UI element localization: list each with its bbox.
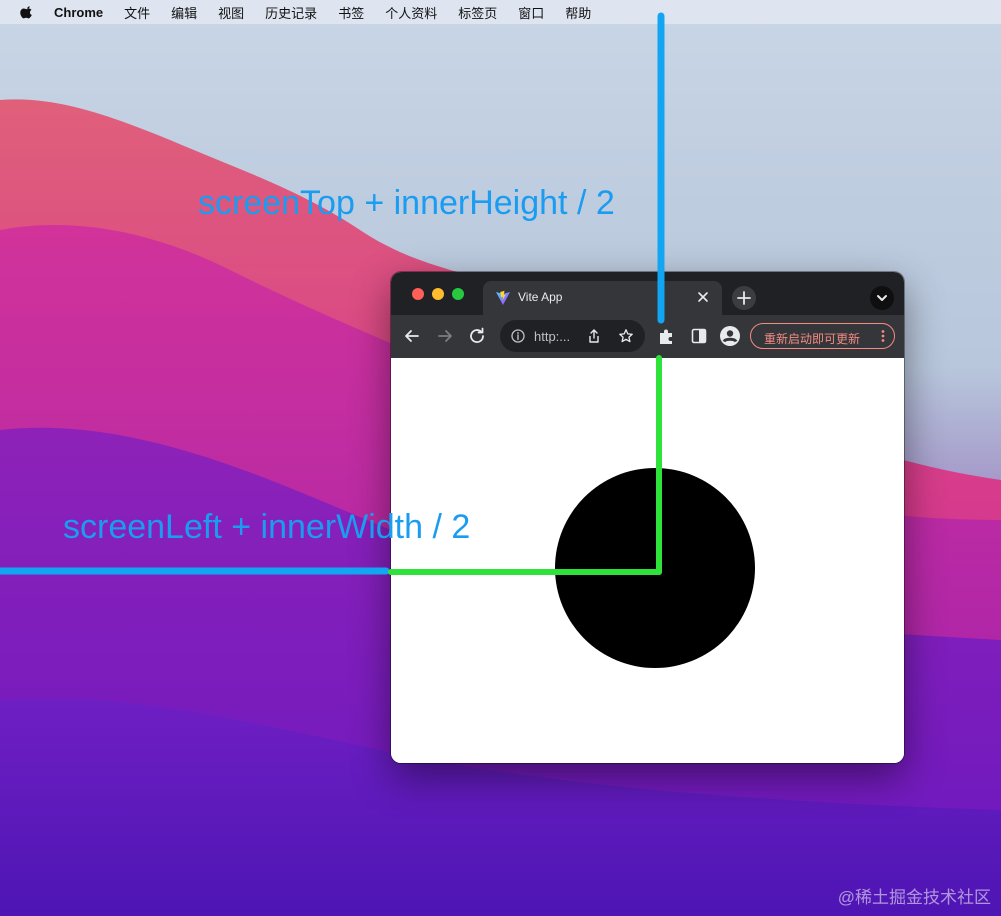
- menu-item-tabs[interactable]: 标签页: [458, 3, 497, 22]
- back-arrow-icon[interactable]: [401, 325, 423, 347]
- close-tab-icon[interactable]: [694, 288, 712, 306]
- plus-icon: [737, 291, 751, 305]
- minimize-window-button[interactable]: [432, 288, 444, 300]
- screen-top-annotation: screenTop + innerHeight / 2: [198, 184, 615, 222]
- menu-app-name[interactable]: Chrome: [54, 5, 103, 20]
- page-viewport: [391, 358, 904, 763]
- share-icon[interactable]: [586, 328, 602, 344]
- tab-vite-app[interactable]: Vite App: [483, 281, 722, 315]
- chevron-down-icon: [877, 295, 887, 301]
- tab-strip: Vite App: [391, 272, 904, 315]
- zoom-window-button[interactable]: [452, 288, 464, 300]
- relaunch-to-update-button[interactable]: 重新启动即可更新: [750, 323, 895, 349]
- relaunch-update-label: 重新启动即可更新: [764, 332, 861, 346]
- extensions-puzzle-icon[interactable]: [656, 325, 678, 347]
- close-window-button[interactable]: [412, 288, 424, 300]
- address-bar[interactable]: http:...: [500, 320, 645, 352]
- menu-item-edit[interactable]: 编辑: [171, 3, 197, 22]
- juejin-watermark: @稀土掘金技术社区: [837, 888, 991, 907]
- menu-item-view[interactable]: 视图: [218, 3, 244, 22]
- tab-title: Vite App: [518, 290, 563, 304]
- bookmark-star-icon[interactable]: [618, 328, 634, 344]
- macos-menu-bar: Chrome 文件 编辑 视图 历史记录 书签 个人资料 标签页 窗口 帮助: [0, 0, 1001, 24]
- menu-item-history[interactable]: 历史记录: [265, 3, 317, 22]
- black-circle: [555, 468, 755, 668]
- menu-item-bookmarks[interactable]: 书签: [338, 3, 364, 22]
- more-vert-icon[interactable]: [880, 329, 886, 343]
- screen-left-annotation: screenLeft + innerWidth / 2: [63, 508, 471, 546]
- menu-item-profiles[interactable]: 个人资料: [385, 3, 437, 22]
- forward-arrow-icon[interactable]: [434, 325, 456, 347]
- browser-toolbar: http:... 重新启动即可更新: [391, 315, 904, 358]
- menu-item-help[interactable]: 帮助: [565, 3, 591, 22]
- new-tab-button[interactable]: [732, 286, 756, 310]
- side-panel-icon[interactable]: [688, 325, 710, 347]
- vite-favicon-icon: [496, 290, 510, 305]
- menu-item-file[interactable]: 文件: [124, 3, 150, 22]
- apple-icon[interactable]: [20, 5, 34, 19]
- info-icon[interactable]: [511, 329, 525, 343]
- menu-item-window[interactable]: 窗口: [518, 3, 544, 22]
- tab-search-button[interactable]: [870, 286, 894, 310]
- url-text[interactable]: http:...: [534, 329, 570, 344]
- reload-icon[interactable]: [466, 325, 488, 347]
- profile-avatar-icon[interactable]: [719, 325, 741, 347]
